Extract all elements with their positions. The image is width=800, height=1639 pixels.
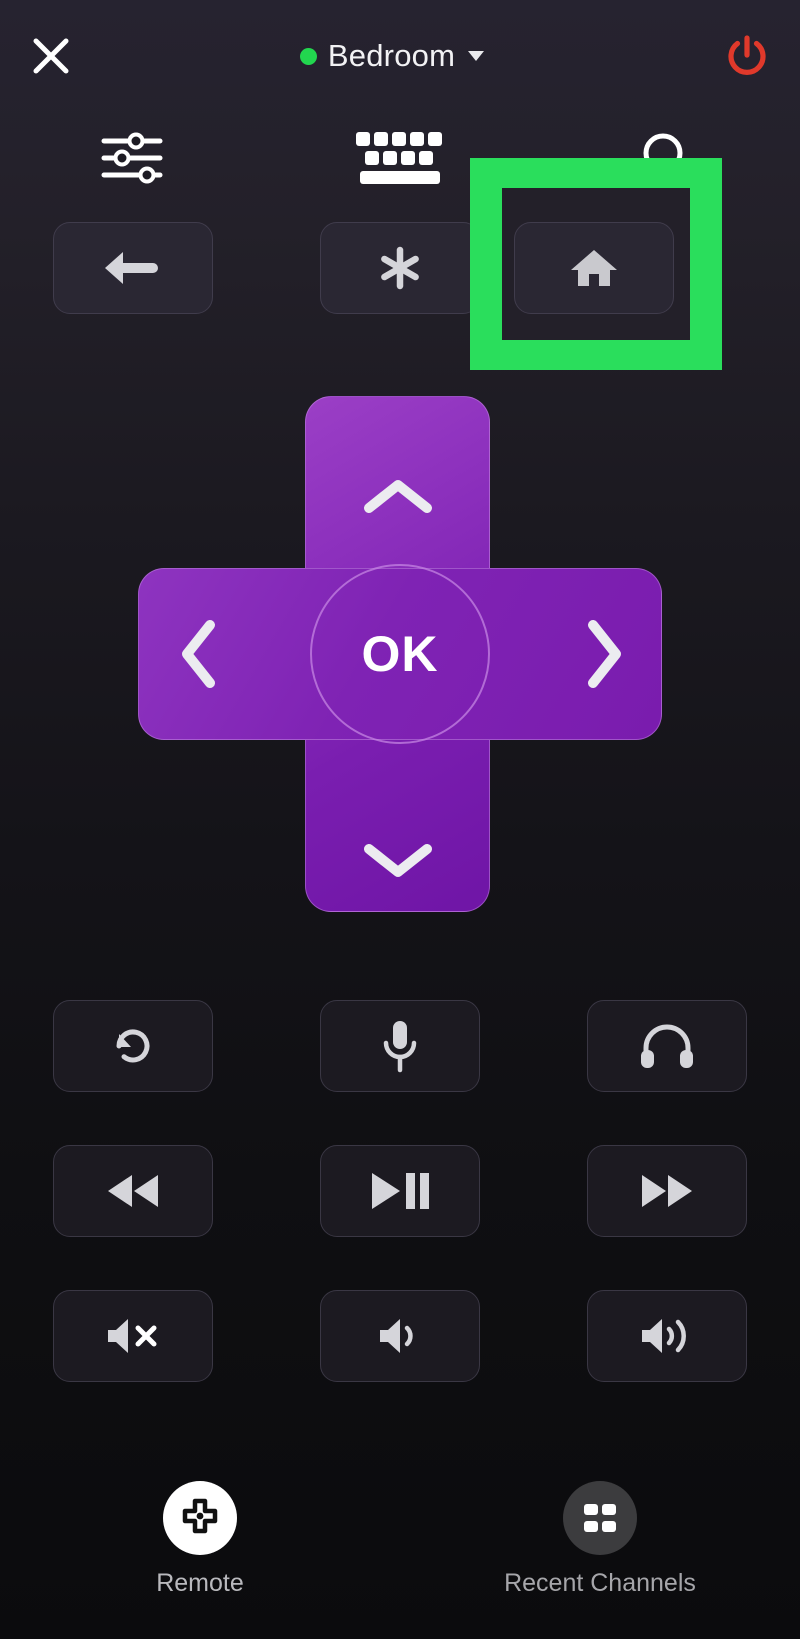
options-button[interactable] xyxy=(320,222,480,314)
recent-channels-tab-label: Recent Channels xyxy=(504,1568,696,1597)
dpad-left-button[interactable] xyxy=(138,568,310,740)
settings-button[interactable] xyxy=(0,122,267,194)
replay-button[interactable] xyxy=(53,1000,214,1092)
header-bar: Bedroom xyxy=(0,0,800,112)
control-grid xyxy=(0,1000,800,1435)
keyboard-icon xyxy=(356,132,442,184)
close-button[interactable] xyxy=(22,27,80,85)
chevron-left-icon xyxy=(182,620,215,688)
dpad-right-button[interactable] xyxy=(490,568,662,740)
ok-label: OK xyxy=(361,626,439,682)
tab-remote[interactable]: Remote xyxy=(0,1439,400,1639)
dpad-ok-button[interactable]: OK xyxy=(310,564,490,744)
dpad-up-button[interactable] xyxy=(305,396,490,564)
recent-channels-tab-circle xyxy=(563,1480,637,1555)
home-button[interactable] xyxy=(514,222,674,314)
play-pause-cell xyxy=(267,1145,534,1237)
forward-cell xyxy=(533,1145,800,1237)
back-button[interactable] xyxy=(53,222,214,314)
settings-sliders-icon xyxy=(101,132,163,184)
rewind-icon xyxy=(108,1175,159,1207)
voice-button[interactable] xyxy=(320,1000,480,1092)
replay-icon xyxy=(116,1029,150,1063)
chevron-up-icon xyxy=(363,480,432,513)
tab-recent-channels[interactable]: Recent Channels xyxy=(400,1439,800,1639)
dpad-container: OK xyxy=(0,394,800,914)
power-button[interactable] xyxy=(716,25,778,87)
control-row-media-extra xyxy=(0,1000,800,1092)
home-icon xyxy=(571,250,617,286)
volume-up-button[interactable] xyxy=(586,1290,747,1382)
nav-button-row xyxy=(0,222,800,314)
headphones-icon xyxy=(640,1024,693,1068)
play-pause-icon xyxy=(372,1173,429,1209)
volume-down-cell xyxy=(267,1290,534,1382)
roku-remote-screen: Bedroom OK Remote Recent Channels xyxy=(0,0,800,1639)
chevron-right-icon xyxy=(588,620,621,688)
remote-tab-label: Remote xyxy=(156,1568,244,1597)
dpad-down-button[interactable] xyxy=(305,744,490,912)
headphones-button[interactable] xyxy=(586,1000,747,1092)
replay-cell xyxy=(0,1000,267,1092)
voice-cell xyxy=(267,1000,534,1092)
back-cell xyxy=(0,222,267,314)
device-name-label: Bedroom xyxy=(327,38,456,73)
play-pause-button[interactable] xyxy=(320,1145,480,1237)
search-button[interactable] xyxy=(533,122,800,194)
options-cell xyxy=(267,222,534,314)
grid-icon xyxy=(584,1503,616,1532)
connection-status-dot xyxy=(299,47,317,65)
mute-button[interactable] xyxy=(53,1290,214,1382)
volume-down-button[interactable] xyxy=(320,1290,480,1382)
search-icon xyxy=(643,133,694,184)
power-icon xyxy=(728,35,766,75)
fast-forward-icon xyxy=(641,1175,692,1207)
keyboard-button[interactable] xyxy=(267,122,534,194)
control-row-playback xyxy=(0,1145,800,1237)
rewind-button[interactable] xyxy=(53,1145,214,1237)
volume-down-icon xyxy=(380,1319,413,1353)
bottom-tab-bar: Remote Recent Channels xyxy=(0,1439,800,1639)
remote-tab-circle xyxy=(163,1480,237,1555)
volume-up-cell xyxy=(533,1290,800,1382)
chevron-down-icon xyxy=(468,51,485,61)
dpad: OK xyxy=(138,396,662,912)
mute-cell xyxy=(0,1290,267,1382)
asterisk-icon xyxy=(381,246,419,290)
dpad-icon xyxy=(182,1498,218,1533)
back-arrow-icon xyxy=(105,252,159,284)
control-row-volume xyxy=(0,1290,800,1382)
close-icon xyxy=(33,38,69,74)
device-selector[interactable]: Bedroom xyxy=(299,38,485,74)
top-icon-row xyxy=(0,122,800,194)
headphones-cell xyxy=(533,1000,800,1092)
fast-forward-button[interactable] xyxy=(586,1145,747,1237)
microphone-icon xyxy=(383,1021,417,1073)
volume-mute-icon xyxy=(108,1319,157,1353)
chevron-down-icon xyxy=(363,844,432,877)
rewind-cell xyxy=(0,1145,267,1237)
volume-up-icon xyxy=(641,1319,686,1353)
